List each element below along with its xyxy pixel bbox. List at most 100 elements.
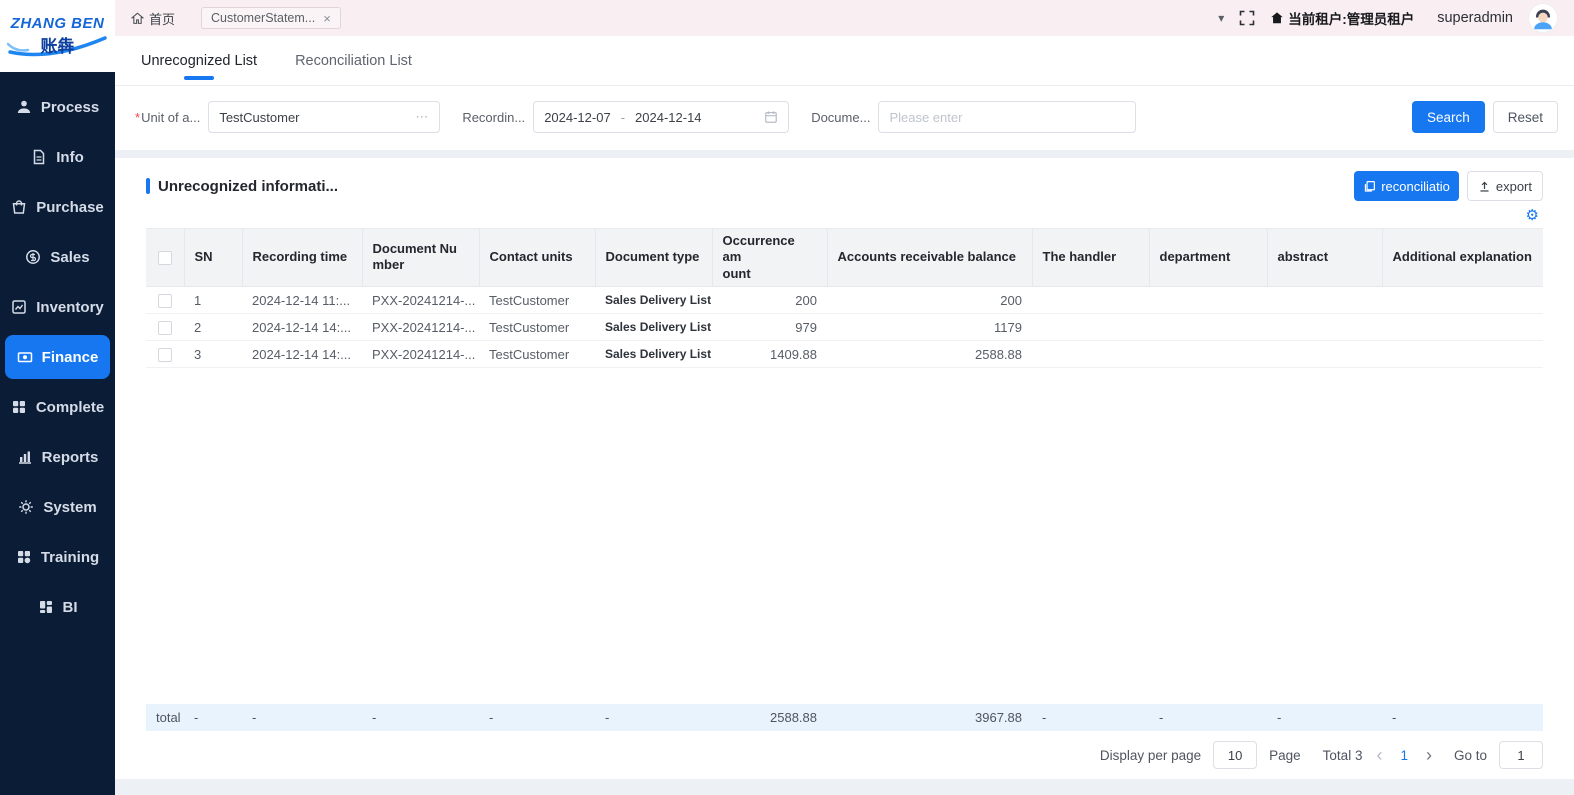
search-button[interactable]: Search (1412, 101, 1485, 133)
row-checkbox[interactable] (146, 314, 184, 341)
row-checkbox[interactable] (146, 341, 184, 368)
table-header: SNRecording timeDocument Nu mberContact … (146, 228, 1543, 287)
process-icon (16, 99, 32, 115)
fullscreen-icon[interactable] (1239, 10, 1255, 26)
close-icon[interactable]: × (323, 12, 331, 25)
unit-select[interactable]: TestCustomer ⋯ (208, 101, 440, 133)
sidebar-item-complete[interactable]: Complete (0, 382, 115, 432)
breadcrumb-home[interactable]: 首页 (131, 9, 175, 28)
pagination: Display per page Page Total 3 ‹ 1 › Go t… (146, 731, 1543, 779)
table-empty-space (146, 368, 1543, 704)
table-cell: 2024-12-14 11:... (242, 287, 362, 314)
complete-icon (11, 399, 27, 415)
section-accent-bar (146, 178, 150, 194)
table-cell: 200 (827, 287, 1032, 314)
table-row: 12024-12-14 11:...PXX-20241214-...TestCu… (146, 287, 1543, 314)
sidebar-item-label: Inventory (36, 299, 104, 316)
gear-icon[interactable]: ⚙ (1526, 208, 1539, 223)
table-cell (1267, 287, 1382, 314)
avatar[interactable] (1528, 3, 1558, 33)
date-separator: - (621, 110, 625, 125)
sidebar-item-inventory[interactable]: Inventory (0, 282, 115, 332)
table-cell: PXX-20241214-... (362, 287, 479, 314)
bi-icon (38, 599, 54, 615)
date-range-picker[interactable]: 2024-12-07 - 2024-12-14 (533, 101, 789, 133)
sidebar-item-bi[interactable]: BI (0, 582, 115, 632)
table-cell: Sales Delivery List (595, 314, 712, 341)
checkbox[interactable] (158, 294, 172, 308)
chevron-left-icon[interactable]: ‹ (1374, 746, 1384, 764)
sidebar-item-sales[interactable]: Sales (0, 232, 115, 282)
row-checkbox[interactable] (146, 287, 184, 314)
page-tabs: Unrecognized List Reconciliation List (115, 36, 1574, 86)
reset-button[interactable]: Reset (1493, 101, 1558, 133)
app-logo[interactable]: ZHANG BEN 账犇 (0, 0, 115, 72)
tenant-info: 当前租户:管理员租户 (1270, 8, 1414, 28)
total-cell: 3967.88 (827, 704, 1032, 731)
column-header: Accounts receivable balance (827, 229, 1032, 287)
unit-filter-label: *Unit of a... (135, 110, 200, 125)
table-cell: 2588.88 (827, 341, 1032, 368)
checkbox[interactable] (158, 321, 172, 335)
date-end: 2024-12-14 (635, 110, 702, 125)
ellipsis-icon: ⋯ (415, 109, 429, 125)
select-all-checkbox[interactable] (146, 229, 184, 287)
table-cell: TestCustomer (479, 341, 595, 368)
sidebar-item-system[interactable]: System (0, 482, 115, 532)
table-cell (1382, 287, 1543, 314)
column-header: Occurrence am ount (712, 229, 827, 287)
table-cell: PXX-20241214-... (362, 341, 479, 368)
chevron-down-icon[interactable]: ▾ (1218, 11, 1224, 25)
home-label: 首页 (149, 9, 175, 28)
table-cell: 2024-12-14 14:... (242, 314, 362, 341)
column-header: Contact units (479, 229, 595, 287)
sidebar-item-label: Process (41, 99, 99, 116)
logo-cjk-text: 账犇 (41, 32, 75, 57)
filter-bar: *Unit of a... TestCustomer ⋯ Recordin...… (115, 86, 1574, 150)
total-count-label: Total 3 (1323, 748, 1363, 763)
total-cell: - (1267, 704, 1382, 731)
table-cell: 3 (184, 341, 242, 368)
table-cell: 1179 (827, 314, 1032, 341)
tab-unrecognized-list[interactable]: Unrecognized List (141, 36, 257, 85)
table-cell: TestCustomer (479, 287, 595, 314)
sidebar-item-label: System (43, 499, 96, 516)
table-cell: 2024-12-14 14:... (242, 341, 362, 368)
reconciliation-button[interactable]: reconciliatio (1354, 171, 1459, 201)
topbar: 首页 CustomerStatem... × ▾ 当前租户:管理员租户 supe… (115, 0, 1574, 36)
per-page-input[interactable] (1213, 741, 1257, 769)
checkbox[interactable] (158, 348, 172, 362)
sidebar-item-purchase[interactable]: Purchase (0, 182, 115, 232)
table-cell: TestCustomer (479, 314, 595, 341)
table-row: 22024-12-14 14:...PXX-20241214-...TestCu… (146, 314, 1543, 341)
document-input[interactable] (878, 101, 1136, 133)
app: ZHANG BEN 账犇 Process InfoPurchaseSales Inv… (0, 0, 1574, 795)
sidebar-item-label: Finance (42, 349, 99, 366)
info-icon (31, 149, 47, 165)
sidebar-item-reports[interactable]: Reports (0, 432, 115, 482)
table-tools: ⚙ (146, 202, 1543, 228)
tab-reconciliation-list[interactable]: Reconciliation List (295, 36, 412, 85)
goto-page-input[interactable] (1499, 741, 1543, 769)
system-icon (18, 499, 34, 515)
topbar-right: ▾ 当前租户:管理员租户 superadmin (1218, 3, 1558, 33)
table-cell (1267, 314, 1382, 341)
section-title: Unrecognized informati... (158, 178, 338, 195)
sidebar-item-training[interactable]: Training (0, 532, 115, 582)
export-button[interactable]: export (1467, 171, 1543, 201)
table-cell: 200 (712, 287, 827, 314)
finance-icon (17, 349, 33, 365)
required-asterisk: * (135, 110, 140, 125)
active-tab-underline (184, 76, 214, 80)
sidebar-item-process[interactable]: Process (0, 82, 115, 132)
sidebar-item-info[interactable]: Info (0, 132, 115, 182)
sidebar-item-finance[interactable]: Finance (5, 335, 110, 379)
section-actions: reconciliatio export (1354, 171, 1543, 201)
total-cell: - (242, 704, 362, 731)
open-page-tab[interactable]: CustomerStatem... × (201, 7, 341, 29)
current-page-button[interactable]: 1 (1396, 748, 1412, 763)
checkbox[interactable] (158, 251, 172, 265)
chevron-right-icon[interactable]: › (1424, 746, 1434, 764)
table-cell (1149, 314, 1267, 341)
export-icon (1478, 180, 1491, 193)
